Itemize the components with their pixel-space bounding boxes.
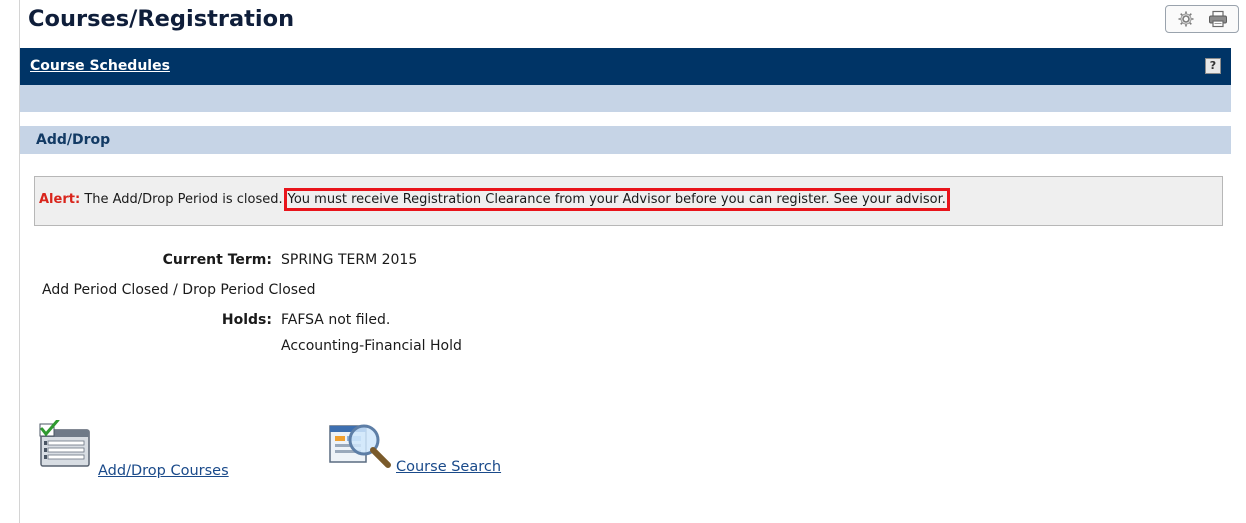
alert-line: Alert: The Add/Drop Period is closed. You… xyxy=(39,188,950,211)
alert-label: Alert: xyxy=(39,192,81,207)
add-drop-courses-link[interactable]: Add/Drop Courses xyxy=(98,463,229,479)
help-button[interactable]: ? xyxy=(1205,58,1221,74)
course-schedules-link[interactable]: Course Schedules xyxy=(30,58,170,74)
checklist-icon[interactable] xyxy=(38,418,94,472)
alert-message: The Add/Drop Period is closed. xyxy=(84,192,283,207)
header-subband xyxy=(20,85,1231,112)
hold-item: FAFSA not filed. xyxy=(281,312,391,328)
current-term-label: Current Term: xyxy=(162,252,272,268)
section-title: Add/Drop xyxy=(36,132,111,148)
current-term-value: SPRING TERM 2015 xyxy=(281,252,418,268)
page-tools xyxy=(1165,5,1239,33)
gear-icon[interactable] xyxy=(1175,8,1197,30)
period-status: Add Period Closed / Drop Period Closed xyxy=(42,282,316,298)
alert-highlighted-message: You must receive Registration Clearance … xyxy=(283,188,950,211)
holds-label: Holds: xyxy=(221,312,272,328)
course-search-link[interactable]: Course Search xyxy=(396,459,501,475)
alert-box: Alert: The Add/Drop Period is closed. You… xyxy=(34,176,1223,226)
magnifier-icon[interactable] xyxy=(328,420,394,474)
add-drop-section-header: Add/Drop xyxy=(20,126,1231,154)
printer-icon[interactable] xyxy=(1207,8,1229,30)
hold-item: Accounting-Financial Hold xyxy=(281,338,462,354)
page-title: Courses/Registration xyxy=(28,6,295,32)
course-schedules-header: Course Schedules ? xyxy=(20,48,1231,85)
